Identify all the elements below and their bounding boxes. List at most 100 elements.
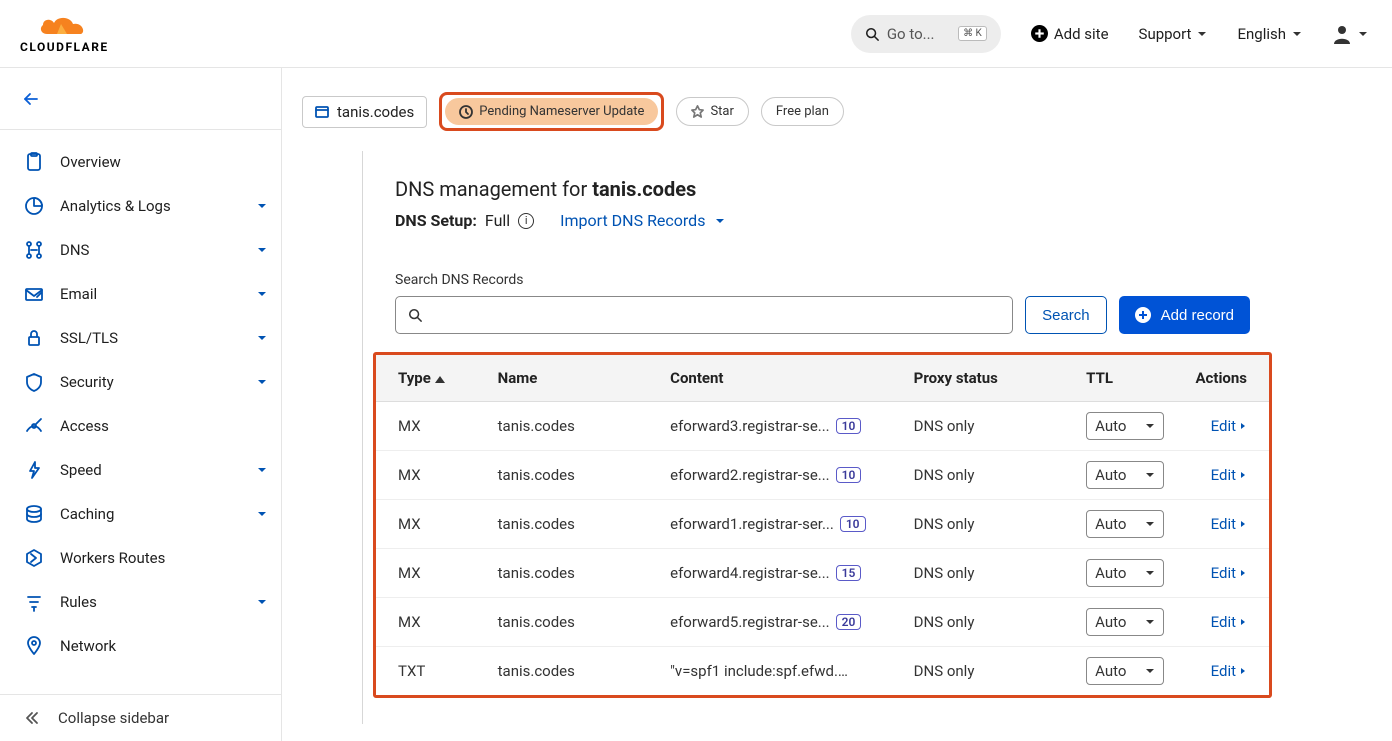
import-label: Import DNS Records	[560, 211, 705, 230]
domain-selector[interactable]: tanis.codes	[302, 96, 427, 128]
sidebar-item-label: Caching	[60, 505, 257, 523]
search-kbd: ⌘ K	[958, 26, 987, 41]
col-proxy[interactable]: Proxy status	[904, 355, 1077, 402]
sidebar-item-workers[interactable]: Workers Routes	[0, 536, 281, 580]
record-type: MX	[376, 402, 488, 451]
col-ttl[interactable]: TTL	[1076, 355, 1177, 402]
main-content: tanis.codes Pending Nameserver Update St…	[282, 68, 1392, 741]
priority-badge: 10	[836, 418, 862, 434]
account-menu[interactable]	[1332, 24, 1368, 44]
sidebar-item-speed[interactable]: Speed	[0, 448, 281, 492]
ttl-select[interactable]: Auto	[1086, 559, 1164, 587]
chevron-right-icon	[1239, 471, 1247, 479]
support-label: Support	[1139, 25, 1192, 43]
caret-down-icon	[1145, 470, 1155, 480]
record-name: tanis.codes	[488, 549, 661, 598]
col-content[interactable]: Content	[660, 355, 904, 402]
col-name[interactable]: Name	[488, 355, 661, 402]
brand-text: CLOUDFLARE	[20, 40, 109, 54]
search-label: Search DNS Records	[395, 272, 1250, 288]
sidebar-item-dns[interactable]: DNS	[0, 228, 281, 272]
caret-down-icon	[257, 245, 267, 255]
add-record-label: Add record	[1161, 307, 1234, 324]
collapse-sidebar[interactable]: Collapse sidebar	[0, 694, 281, 741]
info-icon[interactable]: i	[518, 213, 534, 229]
caret-down-icon	[1145, 421, 1155, 431]
priority-badge: 20	[836, 614, 862, 630]
logo[interactable]: CLOUDFLARE	[20, 14, 109, 54]
caret-down-icon	[257, 597, 267, 607]
dns-icon	[24, 240, 44, 260]
record-type: MX	[376, 549, 488, 598]
back-button[interactable]	[0, 68, 281, 130]
record-proxy: DNS only	[904, 451, 1077, 500]
sidebar-item-caching[interactable]: Caching	[0, 492, 281, 536]
col-type[interactable]: Type	[376, 355, 488, 402]
priority-badge: 10	[840, 516, 866, 532]
ttl-select[interactable]: Auto	[1086, 510, 1164, 538]
record-name: tanis.codes	[488, 500, 661, 549]
record-proxy: DNS only	[904, 598, 1077, 647]
sidebar-item-access[interactable]: Access	[0, 404, 281, 448]
add-record-button[interactable]: Add record	[1119, 296, 1250, 334]
language-menu[interactable]: English	[1237, 25, 1302, 43]
sidebar-item-network[interactable]: Network	[0, 624, 281, 668]
title-prefix: DNS management for	[395, 177, 592, 201]
ttl-select[interactable]: Auto	[1086, 608, 1164, 636]
sidebar-item-email[interactable]: Email	[0, 272, 281, 316]
caret-down-icon	[1145, 568, 1155, 578]
record-name: tanis.codes	[488, 598, 661, 647]
edit-label: Edit	[1211, 613, 1236, 631]
ttl-value: Auto	[1095, 613, 1126, 631]
plus-circle-icon	[1031, 25, 1048, 42]
dns-search-input[interactable]	[395, 296, 1013, 334]
ttl-select[interactable]: Auto	[1086, 461, 1164, 489]
sidebar-item-rules[interactable]: Rules	[0, 580, 281, 624]
edit-button[interactable]: Edit	[1211, 662, 1247, 680]
edit-button[interactable]: Edit	[1211, 564, 1247, 582]
support-menu[interactable]: Support	[1139, 25, 1208, 43]
record-type: TXT	[376, 647, 488, 696]
setup-value: Full	[485, 211, 510, 230]
edit-button[interactable]: Edit	[1211, 613, 1247, 631]
chevron-right-icon	[1239, 520, 1247, 528]
plan-chip[interactable]: Free plan	[761, 97, 844, 126]
import-dns-link[interactable]: Import DNS Records	[560, 211, 725, 230]
sidebar-item-label: Workers Routes	[60, 549, 267, 567]
ttl-select[interactable]: Auto	[1086, 657, 1164, 685]
dns-records-table: Type Name Content Proxy status TTL Actio…	[376, 355, 1269, 695]
chevron-right-icon	[1239, 667, 1247, 675]
add-site-link[interactable]: Add site	[1031, 25, 1109, 43]
sidebar-item-label: Rules	[60, 593, 257, 611]
search-button[interactable]: Search	[1025, 296, 1107, 334]
arrow-left-icon	[22, 90, 40, 108]
edit-button[interactable]: Edit	[1211, 417, 1247, 435]
edit-label: Edit	[1211, 564, 1236, 582]
user-icon	[1332, 24, 1352, 44]
sidebar-item-analytics[interactable]: Analytics & Logs	[0, 184, 281, 228]
edit-button[interactable]: Edit	[1211, 466, 1247, 484]
setup-label: DNS Setup:	[395, 211, 477, 230]
caret-down-icon	[1358, 29, 1368, 39]
sidebar-item-overview[interactable]: Overview	[0, 140, 281, 184]
star-button[interactable]: Star	[676, 97, 748, 126]
chevron-right-icon	[1239, 422, 1247, 430]
edit-button[interactable]: Edit	[1211, 515, 1247, 533]
record-name: tanis.codes	[488, 402, 661, 451]
page-title: DNS management for tanis.codes	[395, 177, 1250, 201]
caret-down-icon	[1145, 666, 1155, 676]
ttl-select[interactable]: Auto	[1086, 412, 1164, 440]
record-proxy: DNS only	[904, 402, 1077, 451]
cloud-logo-icon	[37, 14, 91, 38]
analytics-icon	[24, 196, 44, 216]
caret-down-icon	[1197, 29, 1207, 39]
edit-label: Edit	[1211, 466, 1236, 484]
overview-icon	[24, 152, 44, 172]
record-content: eforward1.registrar-ser...	[670, 515, 834, 533]
sidebar-item-ssl[interactable]: SSL/TLS	[0, 316, 281, 360]
sidebar-item-security[interactable]: Security	[0, 360, 281, 404]
domain-bar: tanis.codes Pending Nameserver Update St…	[282, 68, 1392, 151]
edit-label: Edit	[1211, 662, 1236, 680]
global-search[interactable]: Go to... ⌘ K	[851, 15, 1001, 53]
record-content: "v=spf1 include:spf.efwd.r...	[670, 662, 850, 680]
